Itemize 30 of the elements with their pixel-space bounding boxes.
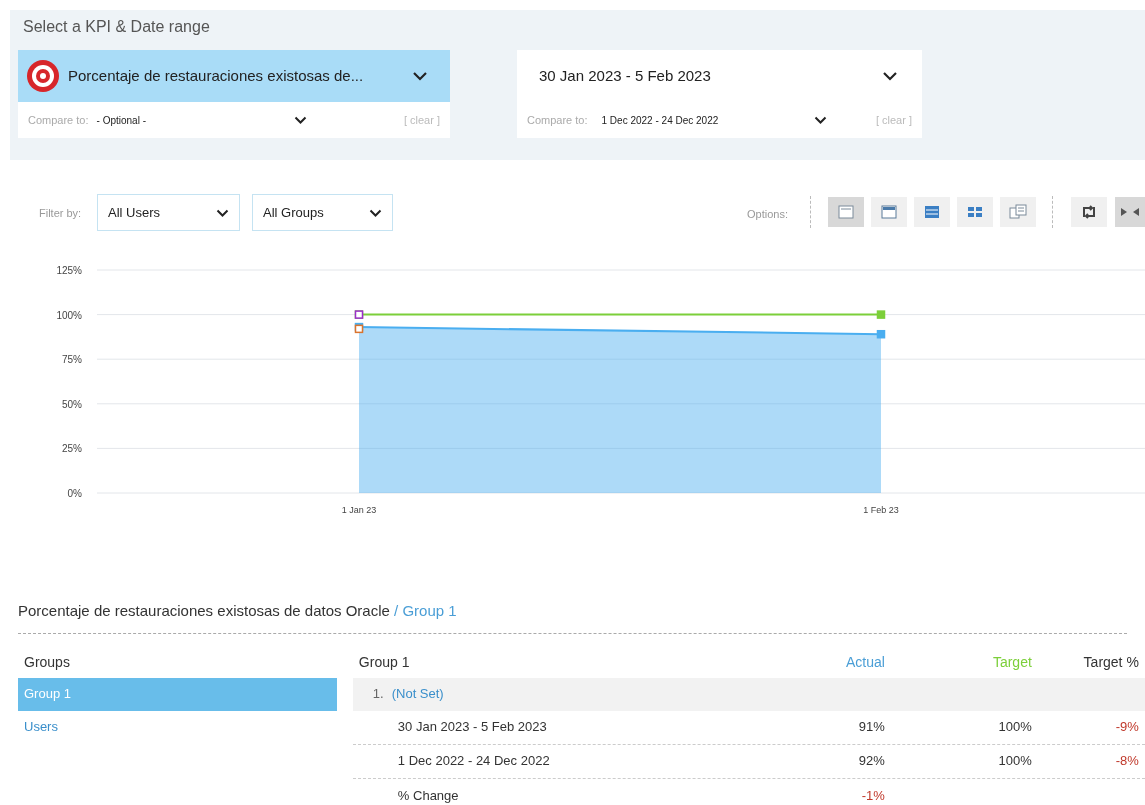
- y-tick-label: 125%: [56, 264, 82, 278]
- actual-cell-text: 91%: [857, 718, 885, 737]
- period-cell-text: 30 Jan 2023 - 5 Feb 2023: [396, 718, 548, 737]
- y-tick-label: 50%: [62, 397, 82, 412]
- target-cell-text: 100%: [997, 752, 1032, 771]
- options-label: Options:: [747, 207, 788, 222]
- x-tick-label: 1 Jan 23: [341, 504, 377, 517]
- target-cell-text: 100%: [997, 718, 1032, 737]
- breadcrumb-kpi: Porcentaje de restauraciones existosas de datos Oracle: [18, 602, 390, 619]
- period-cell-text: 1 Dec 2022 - 24 Dec 2022: [396, 752, 551, 771]
- actual-cell-text: 92%: [857, 752, 885, 771]
- column-header: Group 1: [357, 653, 411, 672]
- column-header: Target %: [1082, 653, 1139, 672]
- column-header: Actual: [844, 653, 885, 672]
- y-tick-label: 100%: [56, 308, 82, 323]
- target-percent-cell-text: -8%: [1114, 752, 1139, 771]
- filter-label: Filter by:: [39, 206, 82, 221]
- y-tick-label: 0%: [67, 487, 82, 501]
- compare-label: Compare to:: [527, 112, 588, 128]
- period-cell-text: % Change: [396, 786, 460, 805]
- y-tick-label: 25%: [62, 442, 82, 457]
- actual-cell-text: -1%: [860, 786, 885, 805]
- y-tick-label: 75%: [62, 353, 82, 368]
- compare-label: Compare to:: [28, 112, 89, 128]
- groups-heading: Groups: [23, 653, 71, 672]
- page-heading: Select a KPI & Date range: [23, 17, 210, 37]
- section-number: 1.: [372, 685, 384, 704]
- column-header: Target: [991, 653, 1032, 672]
- target-percent-cell-text: -9%: [1114, 718, 1139, 737]
- x-tick-label: 1 Feb 23: [863, 504, 899, 517]
